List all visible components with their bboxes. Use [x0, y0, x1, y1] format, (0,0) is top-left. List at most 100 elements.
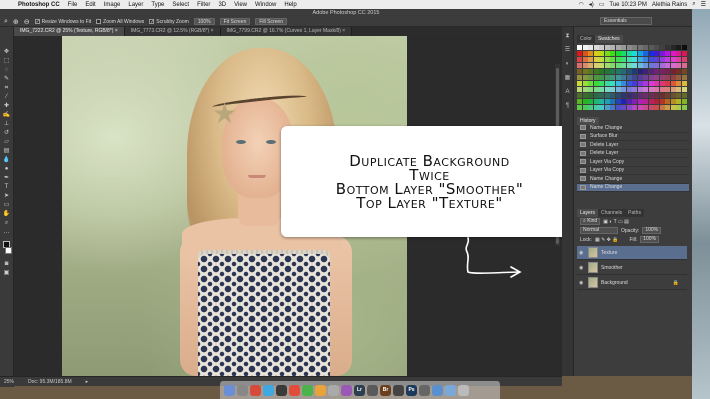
color-swatch[interactable] — [654, 81, 659, 86]
layer-filter-kind[interactable]: ⌕ Kind — [580, 218, 601, 225]
color-swatch[interactable] — [654, 75, 659, 80]
menu-3d[interactable]: 3D — [214, 2, 230, 8]
layer-row-background[interactable]: ◉ Background 🔒 — [577, 276, 687, 290]
color-swatch[interactable] — [665, 69, 670, 74]
color-swatch[interactable] — [604, 45, 610, 50]
color-swatch[interactable] — [577, 69, 582, 74]
color-swatch[interactable] — [670, 87, 676, 92]
color-swatch[interactable] — [588, 87, 593, 92]
shape-tool-icon[interactable]: ▭ — [3, 202, 11, 208]
color-swatch[interactable] — [577, 81, 582, 86]
opacity-field[interactable]: 100% — [642, 227, 662, 234]
color-swatch[interactable] — [582, 99, 588, 104]
color-swatch[interactable] — [659, 57, 665, 62]
history-panel-icon[interactable]: ⧗ — [564, 33, 571, 39]
color-swatch[interactable] — [643, 105, 648, 110]
zoom-all-checkbox[interactable]: Zoom All Windows — [96, 19, 144, 25]
color-swatch[interactable] — [588, 75, 593, 80]
color-swatch[interactable] — [599, 105, 604, 110]
clone-stamp-tool-icon[interactable]: ⊥ — [3, 121, 11, 127]
color-swatch[interactable] — [615, 57, 621, 62]
color-swatch[interactable] — [599, 81, 604, 86]
color-swatch[interactable] — [599, 45, 604, 50]
color-swatch[interactable] — [577, 105, 582, 110]
resize-windows-checkbox[interactable]: ✓ Resize Windows to Fit — [34, 19, 91, 25]
color-swatch[interactable] — [604, 99, 610, 104]
color-swatch[interactable] — [610, 69, 615, 74]
color-swatch[interactable] — [610, 51, 615, 56]
color-swatch[interactable] — [604, 81, 610, 86]
color-swatch[interactable] — [632, 87, 637, 92]
color-swatch[interactable] — [604, 93, 610, 98]
color-swatch[interactable] — [648, 81, 654, 86]
color-swatch[interactable] — [582, 69, 588, 74]
eyedropper-tool-icon[interactable]: ⁄ — [3, 94, 11, 100]
color-swatch[interactable] — [604, 63, 610, 68]
clock[interactable]: Tue 10:23 PM — [609, 2, 646, 8]
color-swatch[interactable] — [621, 75, 626, 80]
menu-file[interactable]: File — [64, 2, 82, 8]
color-swatch[interactable] — [648, 45, 654, 50]
color-swatch[interactable] — [670, 57, 676, 62]
color-swatch[interactable] — [648, 87, 654, 92]
color-swatch[interactable] — [632, 45, 637, 50]
color-swatch[interactable] — [681, 87, 687, 92]
paragraph-panel-icon[interactable]: ¶ — [564, 103, 571, 109]
color-swatch[interactable] — [593, 81, 599, 86]
layer-row-texture[interactable]: ◉ Texture — [577, 246, 687, 260]
color-swatch[interactable] — [577, 75, 582, 80]
color-swatch[interactable] — [648, 105, 654, 110]
color-swatch[interactable] — [654, 57, 659, 62]
color-swatch[interactable] — [599, 69, 604, 74]
color-swatch[interactable] — [604, 69, 610, 74]
photos-icon[interactable] — [315, 384, 326, 396]
color-swatch[interactable] — [582, 51, 588, 56]
finder-icon[interactable] — [224, 384, 235, 396]
menu-edit[interactable]: Edit — [81, 2, 99, 8]
color-swatch[interactable] — [615, 93, 621, 98]
color-swatch[interactable] — [637, 81, 643, 86]
color-swatch[interactable] — [659, 75, 665, 80]
user-name[interactable]: Alethia Rains — [652, 2, 687, 8]
color-swatch[interactable] — [610, 87, 615, 92]
color-swatch[interactable] — [676, 99, 681, 104]
color-swatch[interactable] — [670, 69, 676, 74]
menu-layer[interactable]: Layer — [124, 2, 147, 8]
color-swatch[interactable] — [659, 105, 665, 110]
color-swatch[interactable] — [615, 51, 621, 56]
color-swatch[interactable] — [670, 51, 676, 56]
visibility-eye-icon[interactable]: ◉ — [579, 280, 585, 286]
color-swatch[interactable] — [582, 87, 588, 92]
color-swatch[interactable] — [632, 69, 637, 74]
visibility-eye-icon[interactable]: ◉ — [579, 250, 585, 256]
fill-field[interactable]: 100% — [640, 236, 660, 243]
color-swatch[interactable] — [648, 57, 654, 62]
color-swatch[interactable] — [599, 57, 604, 62]
color-swatch[interactable] — [659, 45, 665, 50]
blend-mode-select[interactable]: Normal — [580, 227, 618, 234]
color-swatch[interactable] — [659, 87, 665, 92]
color-swatch[interactable] — [621, 105, 626, 110]
color-swatch[interactable] — [654, 93, 659, 98]
downloads-folder-icon[interactable] — [445, 384, 456, 396]
color-swatch[interactable] — [654, 87, 659, 92]
styles-panel-icon[interactable]: ▦ — [564, 75, 571, 81]
color-swatch[interactable] — [621, 51, 626, 56]
color-swatch[interactable] — [615, 87, 621, 92]
color-swatch[interactable] — [643, 75, 648, 80]
history-item[interactable]: Layer Via Copy — [577, 167, 689, 175]
color-swatch[interactable] — [676, 93, 681, 98]
color-swatch[interactable] — [593, 57, 599, 62]
color-swatch[interactable] — [621, 99, 626, 104]
menu-app-name[interactable]: Photoshop CC — [14, 2, 64, 8]
color-swatch[interactable] — [588, 51, 593, 56]
color-swatch[interactable] — [610, 45, 615, 50]
color-swatch[interactable] — [637, 99, 643, 104]
color-swatch[interactable] — [593, 87, 599, 92]
menu-image[interactable]: Image — [100, 2, 125, 8]
color-swatch[interactable] — [593, 99, 599, 104]
color-swatch[interactable] — [582, 93, 588, 98]
history-item[interactable]: Delete Layer — [577, 141, 689, 150]
color-swatch[interactable] — [610, 57, 615, 62]
color-swatch[interactable] — [654, 51, 659, 56]
